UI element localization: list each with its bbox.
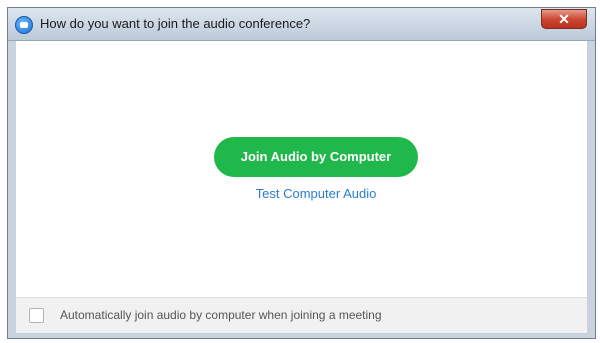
zoom-app-icon [15, 16, 33, 34]
dialog-footer: Automatically join audio by computer whe… [16, 297, 587, 333]
auto-join-label[interactable]: Automatically join audio by computer whe… [60, 308, 382, 322]
audio-join-dialog: How do you want to join the audio confer… [7, 7, 596, 339]
close-button[interactable]: ✕ [541, 9, 587, 29]
dialog-body: Join Audio by Computer Test Computer Aud… [16, 41, 587, 297]
auto-join-checkbox[interactable] [29, 308, 44, 323]
dialog-title: How do you want to join the audio confer… [40, 16, 311, 31]
test-computer-audio-link[interactable]: Test Computer Audio [216, 186, 416, 201]
title-bar[interactable]: How do you want to join the audio confer… [8, 8, 595, 41]
join-audio-by-computer-button[interactable]: Join Audio by Computer [214, 137, 418, 177]
